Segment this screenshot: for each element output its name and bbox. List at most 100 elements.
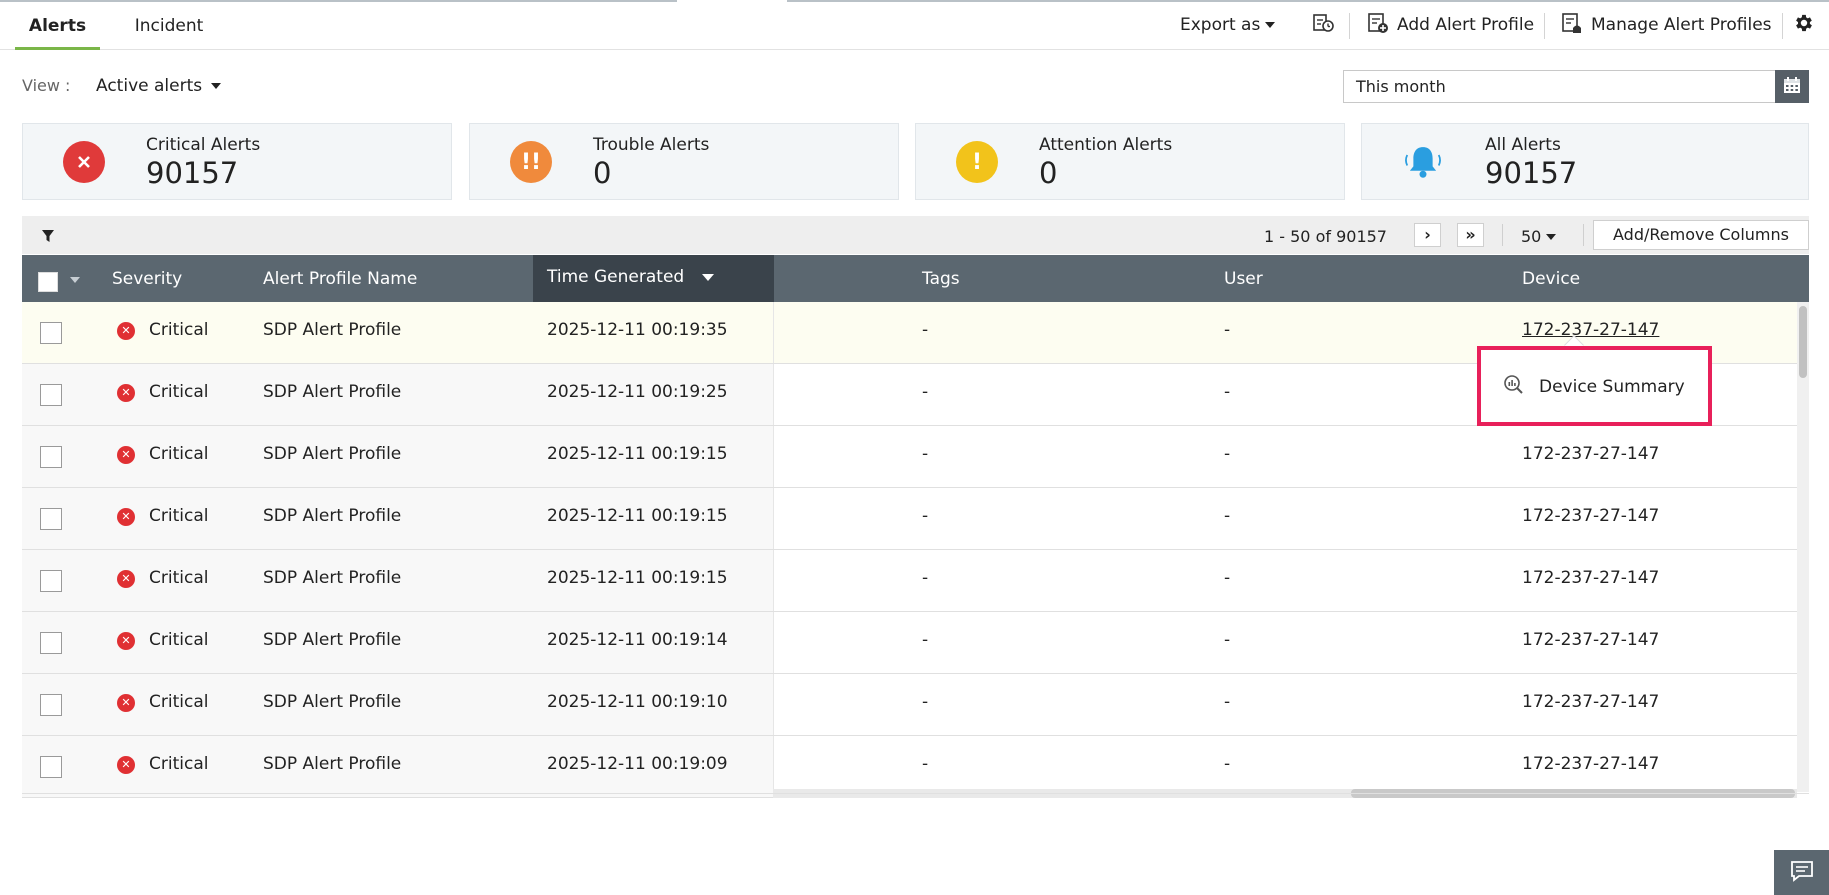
sort-desc-icon [701, 273, 714, 281]
trouble-exclamation-icon: !! [510, 141, 552, 183]
alert-profile-cell[interactable]: SDP Alert Profile [263, 568, 401, 588]
device-cell[interactable]: 172-237-27-147 [1522, 506, 1659, 526]
column-header-time-generated[interactable]: Time Generated [533, 255, 774, 302]
column-header-alert-profile-name[interactable]: Alert Profile Name [263, 255, 417, 302]
alert-profile-cell[interactable]: SDP Alert Profile [263, 630, 401, 650]
severity-cell: Critical [149, 444, 209, 464]
time-generated-cell: 2025-12-11 00:19:10 [547, 692, 728, 712]
alert-profile-cell[interactable]: SDP Alert Profile [263, 444, 401, 464]
user-cell: - [1224, 754, 1231, 774]
critical-x-icon: ✕ [117, 756, 135, 774]
chevron-down-icon [211, 83, 222, 89]
tab-incident[interactable]: Incident [124, 0, 214, 50]
all-alerts-card[interactable]: All Alerts 90157 [1361, 123, 1809, 200]
device-summary-menu-item[interactable]: Device Summary [1503, 374, 1685, 399]
attention-alerts-card[interactable]: ! Attention Alerts 0 [915, 123, 1345, 200]
tab-incident-label: Incident [134, 16, 204, 36]
next-page-button[interactable]: › [1414, 223, 1441, 247]
all-alerts-count: 90157 [1485, 156, 1578, 190]
critical-x-icon: ✕ [117, 570, 135, 588]
alert-profile-cell[interactable]: SDP Alert Profile [263, 692, 401, 712]
view-dropdown[interactable]: Active alerts [96, 76, 222, 96]
critical-alerts-card[interactable]: Critical Alerts 90157 [22, 123, 452, 200]
alert-profile-cell[interactable]: SDP Alert Profile [263, 382, 401, 402]
table-row[interactable]: ✕ Critical SDP Alert Profile 2025-12-11 … [22, 674, 1797, 736]
table-row[interactable]: ✕ Critical SDP Alert Profile 2025-12-11 … [22, 550, 1797, 612]
device-cell[interactable]: 172-237-27-147 [1522, 444, 1659, 464]
attention-alerts-label: Attention Alerts [1039, 135, 1173, 155]
chevron-down-icon[interactable] [70, 277, 80, 283]
select-all-checkbox[interactable] [38, 272, 58, 292]
trouble-alerts-card[interactable]: !! Trouble Alerts 0 [469, 123, 899, 200]
severity-cell: Critical [149, 692, 209, 712]
add-remove-columns-button[interactable]: Add/Remove Columns [1593, 220, 1809, 250]
row-checkbox[interactable] [40, 570, 62, 592]
control-divider [1502, 224, 1503, 246]
severity-cell: Critical [149, 754, 209, 774]
manage-alert-profiles-button[interactable]: Manage Alert Profiles [1561, 10, 1772, 40]
alert-profile-cell[interactable]: SDP Alert Profile [263, 754, 401, 774]
row-checkbox[interactable] [40, 322, 62, 344]
date-range-field[interactable]: This month [1343, 70, 1809, 103]
column-header-severity[interactable]: Severity [112, 255, 182, 302]
toolbar-divider [1544, 13, 1545, 39]
vertical-scroll-thumb[interactable] [1799, 306, 1807, 378]
add-alert-profile-button[interactable]: Add Alert Profile [1367, 10, 1534, 40]
row-checkbox[interactable] [40, 384, 62, 406]
row-checkbox[interactable] [40, 756, 62, 778]
row-checkbox[interactable] [40, 632, 62, 654]
chevron-down-icon [1265, 22, 1276, 28]
user-cell: - [1224, 506, 1231, 526]
column-header-tags[interactable]: Tags [922, 255, 960, 302]
table-control-bar: 1 - 50 of 90157 › » 50 Add/Remove Column… [22, 216, 1809, 254]
critical-x-icon: ✕ [117, 508, 135, 526]
add-remove-columns-label: Add/Remove Columns [1613, 225, 1789, 244]
control-divider [1583, 224, 1584, 246]
last-page-button[interactable]: » [1457, 223, 1484, 247]
time-generated-cell: 2025-12-11 00:19:35 [547, 320, 728, 340]
tab-alerts[interactable]: Alerts [15, 0, 100, 50]
critical-x-icon: ✕ [117, 322, 135, 340]
filter-icon[interactable] [41, 228, 55, 247]
table-row[interactable]: ✕ Critical SDP Alert Profile 2025-12-11 … [22, 426, 1797, 488]
column-header-user[interactable]: User [1224, 255, 1263, 302]
export-as-menu[interactable]: Export as [1180, 10, 1276, 40]
device-summary-label: Device Summary [1539, 376, 1685, 397]
chat-button[interactable] [1774, 850, 1829, 895]
column-header-device[interactable]: Device [1522, 255, 1580, 302]
tags-cell: - [922, 568, 929, 588]
settings-button[interactable] [1793, 10, 1815, 40]
device-link[interactable]: 172-237-27-147 [1522, 320, 1659, 340]
tags-cell: - [922, 320, 929, 340]
attention-alerts-count: 0 [1039, 156, 1058, 190]
toolbar-divider [1349, 13, 1350, 39]
time-generated-label: Time Generated [547, 267, 685, 287]
device-cell[interactable]: 172-237-27-147 [1522, 754, 1659, 774]
vertical-scrollbar[interactable] [1797, 302, 1809, 792]
trouble-alerts-count: 0 [593, 156, 612, 190]
table-row[interactable]: ✕ Critical SDP Alert Profile 2025-12-11 … [22, 488, 1797, 550]
table-row[interactable]: ✕ Critical SDP Alert Profile 2025-12-11 … [22, 612, 1797, 674]
device-cell[interactable]: 172-237-27-147 [1522, 630, 1659, 650]
calendar-icon [1782, 75, 1802, 99]
device-cell[interactable]: 172-237-27-147 [1522, 568, 1659, 588]
tags-cell: - [922, 692, 929, 712]
time-generated-cell: 2025-12-11 00:19:14 [547, 630, 728, 650]
time-generated-cell: 2025-12-11 00:19:15 [547, 444, 728, 464]
top-border-line [0, 0, 1829, 2]
device-cell[interactable]: 172-237-27-147 [1522, 692, 1659, 712]
severity-cell: Critical [149, 382, 209, 402]
row-checkbox[interactable] [40, 446, 62, 468]
manage-profiles-icon [1561, 12, 1583, 39]
top-tab-bar: Alerts Incident Export as Add Alert Prof… [0, 0, 1829, 50]
row-checkbox[interactable] [40, 508, 62, 530]
user-cell: - [1224, 382, 1231, 402]
chevron-right-icon: › [1424, 225, 1431, 244]
row-checkbox[interactable] [40, 694, 62, 716]
alert-profile-cell[interactable]: SDP Alert Profile [263, 320, 401, 340]
per-page-dropdown[interactable]: 50 [1521, 227, 1557, 246]
schedule-report-button[interactable] [1313, 10, 1343, 40]
device-summary-icon [1503, 374, 1525, 399]
alert-profile-cell[interactable]: SDP Alert Profile [263, 506, 401, 526]
calendar-button[interactable] [1775, 70, 1809, 103]
